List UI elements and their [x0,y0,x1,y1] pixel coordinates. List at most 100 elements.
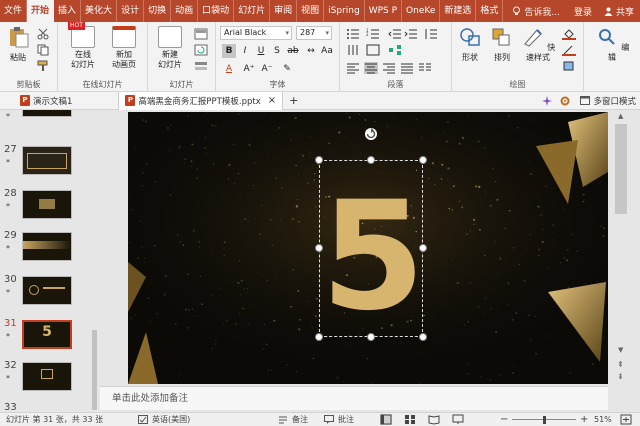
text-direction-icon[interactable] [346,44,360,56]
slideshow-icon[interactable] [452,414,464,425]
cut-icon[interactable] [36,28,50,40]
underline-button[interactable]: U [254,44,268,58]
slide-sorter-icon[interactable] [404,414,416,425]
copy-icon[interactable] [36,44,50,56]
align-text-icon[interactable] [366,44,380,56]
reading-view-icon[interactable] [428,414,440,425]
decrease-indent-icon[interactable] [388,28,402,40]
paste-button[interactable]: 粘贴 [4,26,32,63]
zoom-level[interactable]: 51% [594,413,612,426]
font-name-input[interactable]: Arial Black ▾ [220,26,292,40]
font-color-button[interactable]: A [222,62,236,76]
tab-design[interactable]: 设计 [117,0,145,22]
numbered-list-icon[interactable]: 12 [366,28,380,40]
normal-view-icon[interactable] [380,414,392,425]
resize-handle[interactable] [419,244,427,252]
bullet-list-icon[interactable] [346,28,360,40]
thumbnail-item[interactable]: 29 * [0,230,100,272]
thumbnails-scrollbar[interactable] [91,110,98,412]
thumbnail-item[interactable]: * [0,110,100,128]
new-animation-page-button[interactable]: 新加 动画页 [104,26,144,70]
resize-handle[interactable] [419,333,427,341]
align-left-icon[interactable] [346,62,360,74]
justify-icon[interactable] [400,62,414,74]
zoom-in-button[interactable]: + [580,413,588,426]
rotate-handle-icon[interactable] [363,126,379,142]
arrange-button[interactable]: 排列 [488,26,516,63]
thumbnail-item[interactable]: 33 [0,402,100,412]
tab-home[interactable]: 开始 [27,0,55,22]
sparkle-icon[interactable] [542,95,553,106]
tab-document1[interactable]: P 演示文稿1 [0,92,78,110]
char-spacing-button[interactable]: ↔ [304,44,318,58]
shapes-button[interactable]: 形状 [456,26,484,63]
tab-beautify[interactable]: 美化大 [81,0,118,22]
tab-onekey[interactable]: OneKe [402,0,441,22]
italic-button[interactable]: I [238,44,252,58]
tab-transitions[interactable]: 切换 [144,0,172,22]
columns-icon[interactable] [418,62,432,74]
zoom-out-button[interactable]: − [500,413,508,426]
tab-template[interactable]: P 高端黑金商务汇报PPT模板.pptx × [118,91,284,110]
align-right-icon[interactable] [382,62,396,74]
edit-button[interactable]: 编辑 [594,26,630,63]
shadow-button[interactable]: S [270,44,284,58]
tab-slideshow[interactable]: 幻灯片 [234,0,271,22]
tab-insert[interactable]: 插入 [54,0,82,22]
tab-animations[interactable]: 动画 [171,0,199,22]
login-button[interactable]: 登录 [568,5,598,18]
tab-file[interactable]: 文件 [0,0,28,22]
tab-new-selection[interactable]: 新建选 [440,0,477,22]
notes-pane[interactable]: 单击此处添加备注 [100,386,608,410]
strikethrough-button[interactable]: ab [286,44,300,58]
fit-to-window-icon[interactable] [620,414,632,425]
align-center-icon[interactable] [364,62,378,74]
reset-icon[interactable] [194,44,208,56]
tab-format[interactable]: 格式 [476,0,504,22]
notes-toggle[interactable]: 备注 [292,413,308,426]
tab-pocket-animation[interactable]: 口袋动 [198,0,235,22]
shape-outline-icon[interactable] [562,44,576,56]
editor-scrollbar[interactable]: ▲ ▼ ⇞ ⇟ [608,110,640,412]
online-slide-button[interactable]: HOT 在线 幻灯片 [64,22,102,70]
section-icon[interactable] [194,60,208,72]
close-icon[interactable]: × [268,95,276,106]
spellcheck-icon[interactable] [138,415,148,424]
comments-toggle[interactable]: 批注 [338,413,354,426]
change-case-button[interactable]: Aa [320,44,334,58]
notes-icon[interactable] [278,415,288,424]
comments-icon[interactable] [324,415,334,424]
thumbnail-item[interactable]: 32 * [0,360,100,402]
tab-review[interactable]: 审阅 [270,0,298,22]
font-size-decrease-button[interactable]: A⁻ [260,62,274,76]
slide-canvas[interactable]: 5 [128,112,608,384]
line-spacing-icon[interactable] [424,28,438,40]
bold-button[interactable]: B [222,44,236,58]
zoom-slider-thumb[interactable] [543,416,546,424]
language-indicator[interactable]: 英语(美国) [152,413,190,426]
tab-view[interactable]: 视图 [297,0,325,22]
thumbnail-item[interactable]: 30 * [0,274,100,316]
thumbnail-item-selected[interactable]: 31 * 5 [0,318,100,360]
shape-fill-icon[interactable] [562,28,576,40]
font-size-increase-button[interactable]: A⁺ [242,62,256,76]
new-slide-button[interactable]: 新建 幻灯片 [152,26,188,70]
multiwindow-button[interactable]: 多窗口模式 [576,92,640,110]
clear-format-button[interactable]: ✎ [280,62,294,76]
tab-wps[interactable]: WPS P [365,0,403,22]
resize-handle[interactable] [315,156,323,164]
resize-handle[interactable] [315,244,323,252]
shape-effects-icon[interactable] [562,60,576,72]
layout-icon[interactable] [194,28,208,40]
quick-style-button[interactable]: 快速样式 [518,26,558,63]
thumbnail-item[interactable]: 28 * [0,188,100,230]
tab-ispring[interactable]: iSpring [324,0,365,22]
format-painter-icon[interactable] [36,60,50,72]
font-size-input[interactable]: 287 ▾ [296,26,332,40]
resize-handle[interactable] [315,333,323,341]
resize-handle[interactable] [419,156,427,164]
new-tab-button[interactable]: + [283,92,304,110]
smartart-icon[interactable] [388,44,402,56]
resize-handle[interactable] [367,156,375,164]
thumbnail-item[interactable]: 27 * [0,144,100,186]
